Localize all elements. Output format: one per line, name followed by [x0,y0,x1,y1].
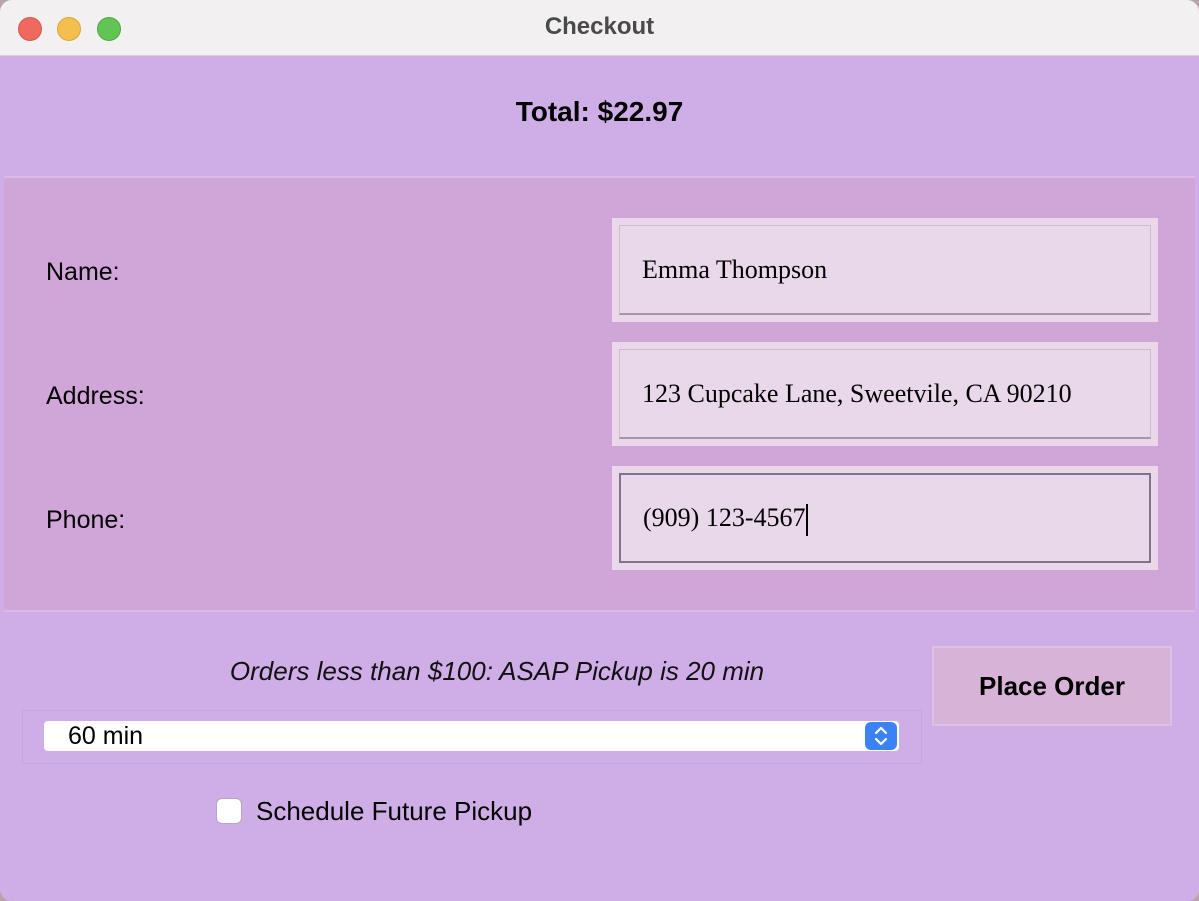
pickup-notice: Orders less than $100: ASAP Pickup is 20… [229,656,765,686]
phone-field[interactable]: (909) 123-4567 [619,473,1151,563]
phone-value: (909) 123-4567 [643,503,806,532]
order-total: Total: $22.97 [515,96,684,127]
pickup-time-frame: 60 min [22,710,922,764]
phone-label: Phone: [46,506,126,534]
address-field[interactable] [619,349,1151,439]
checkout-window: Checkout Total: $22.97 Name: Address: Ph… [0,0,1199,901]
address-field-frame [612,342,1158,446]
phone-field-frame: (909) 123-4567 [612,466,1158,570]
window-title: Checkout [544,13,655,40]
place-order-button[interactable]: Place Order [932,646,1172,726]
pickup-time-value: 60 min [68,722,144,750]
total-bar: Total: $22.97 [0,56,1199,174]
schedule-pickup-checkbox[interactable] [216,798,242,824]
text-caret [806,504,809,537]
pickup-section: Orders less than $100: ASAP Pickup is 20… [0,612,1199,901]
name-field-frame [612,218,1158,322]
name-label: Name: [46,258,120,286]
name-field[interactable] [619,225,1151,315]
chevron-up-down-icon[interactable] [865,722,897,750]
address-label: Address: [46,382,145,410]
title-bar: Checkout [0,0,1199,56]
pickup-time-select[interactable]: 60 min [44,721,899,751]
customer-form: Name: Address: Phone: (909) 123-4567 [4,176,1195,612]
phone-value-wrap: (909) 123-4567 [643,503,809,537]
schedule-pickup-label[interactable]: Schedule Future Pickup [256,796,532,827]
